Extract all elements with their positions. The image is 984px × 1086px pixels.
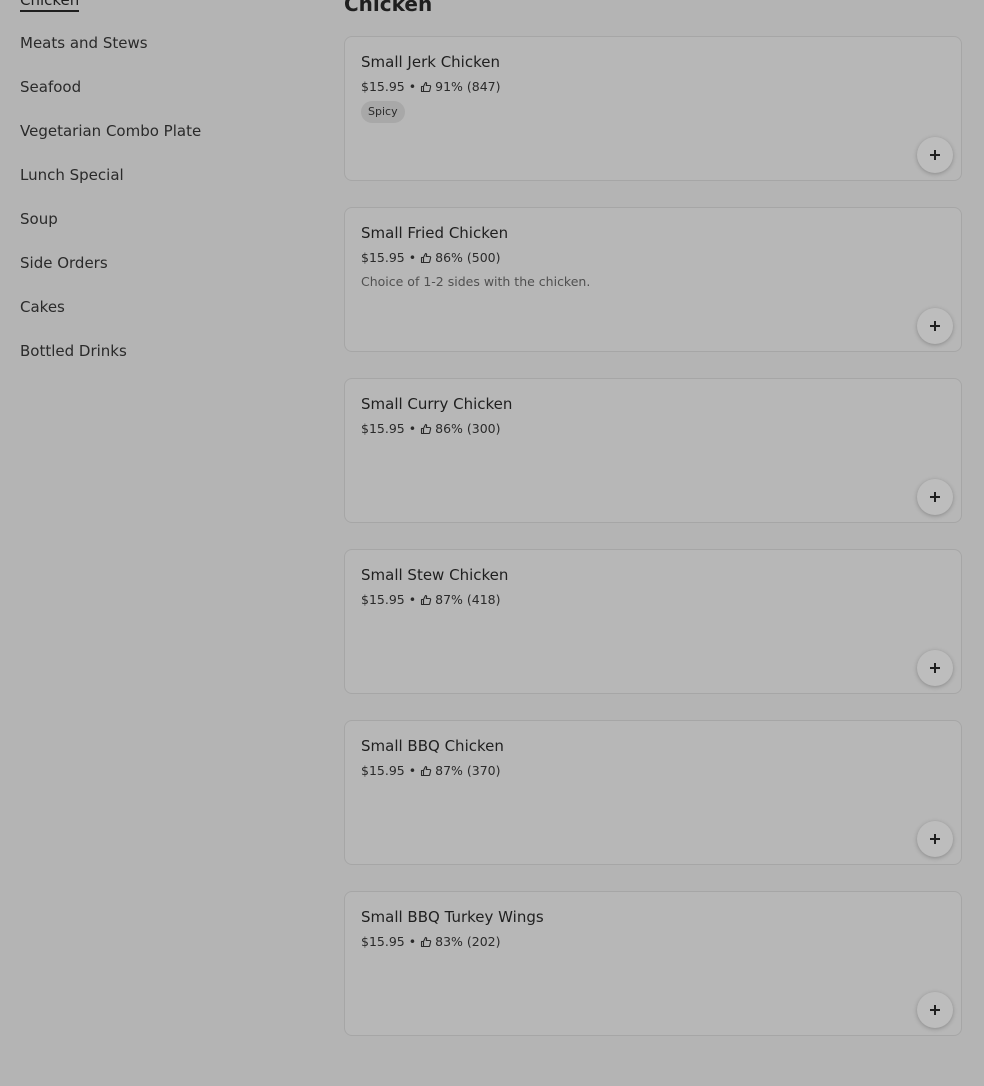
item-rating: 87% (418)	[435, 592, 501, 607]
item-price: $15.95	[361, 250, 405, 265]
item-price: $15.95	[361, 934, 405, 949]
item-price: $15.95	[361, 79, 405, 94]
meta-separator: •	[408, 79, 417, 94]
menu-item-card[interactable]: Small Curry Chicken $15.95 • 86% (300)	[344, 378, 962, 523]
section-title: Chicken	[344, 0, 433, 16]
item-price: $15.95	[361, 763, 405, 778]
add-to-cart-button[interactable]	[917, 650, 953, 686]
plus-icon	[929, 662, 941, 674]
add-to-cart-button[interactable]	[917, 137, 953, 173]
item-meta: $15.95 • 86% (300)	[361, 421, 501, 436]
item-price: $15.95	[361, 421, 405, 436]
item-meta: $15.95 • 83% (202)	[361, 934, 501, 949]
plus-icon	[929, 833, 941, 845]
item-meta: $15.95 • 87% (418)	[361, 592, 501, 607]
item-rating: 86% (300)	[435, 421, 501, 436]
category-item-soup[interactable]: Soup	[20, 209, 58, 229]
category-item-seafood[interactable]: Seafood	[20, 77, 81, 97]
item-price: $15.95	[361, 592, 405, 607]
add-to-cart-button[interactable]	[917, 992, 953, 1028]
thumbs-up-icon	[420, 594, 432, 606]
item-rating: 83% (202)	[435, 934, 501, 949]
item-name: Small Curry Chicken	[361, 395, 513, 413]
item-description: Choice of 1-2 sides with the chicken.	[361, 274, 591, 289]
add-to-cart-button[interactable]	[917, 308, 953, 344]
category-item-side-orders[interactable]: Side Orders	[20, 253, 108, 273]
plus-icon	[929, 491, 941, 503]
menu-item-card[interactable]: Small Jerk Chicken $15.95 • 91% (847) Sp…	[344, 36, 962, 181]
menu-item-card[interactable]: Small BBQ Turkey Wings $15.95 • 83% (202…	[344, 891, 962, 1036]
add-to-cart-button[interactable]	[917, 821, 953, 857]
category-item-bottled-drinks[interactable]: Bottled Drinks	[20, 341, 127, 361]
menu-item-card[interactable]: Small BBQ Chicken $15.95 • 87% (370)	[344, 720, 962, 865]
category-item-lunch-special[interactable]: Lunch Special	[20, 165, 124, 185]
item-name: Small BBQ Chicken	[361, 737, 504, 755]
category-item-vegetarian-combo-plate[interactable]: Vegetarian Combo Plate	[20, 121, 201, 141]
meta-separator: •	[408, 934, 417, 949]
item-name: Small BBQ Turkey Wings	[361, 908, 544, 926]
spicy-badge: Spicy	[361, 101, 405, 123]
thumbs-up-icon	[420, 252, 432, 264]
plus-icon	[929, 149, 941, 161]
item-name: Small Jerk Chicken	[361, 53, 500, 71]
item-meta: $15.95 • 91% (847)	[361, 79, 501, 94]
meta-separator: •	[408, 763, 417, 778]
thumbs-up-icon	[420, 936, 432, 948]
category-item-cakes[interactable]: Cakes	[20, 297, 65, 317]
category-item-meats-and-stews[interactable]: Meats and Stews	[20, 33, 148, 53]
item-rating: 91% (847)	[435, 79, 501, 94]
plus-icon	[929, 320, 941, 332]
menu-item-card[interactable]: Small Stew Chicken $15.95 • 87% (418)	[344, 549, 962, 694]
thumbs-up-icon	[420, 423, 432, 435]
thumbs-up-icon	[420, 765, 432, 777]
item-meta: $15.95 • 87% (370)	[361, 763, 501, 778]
add-to-cart-button[interactable]	[917, 479, 953, 515]
meta-separator: •	[408, 250, 417, 265]
item-name: Small Stew Chicken	[361, 566, 509, 584]
plus-icon	[929, 1004, 941, 1016]
item-rating: 86% (500)	[435, 250, 501, 265]
item-meta: $15.95 • 86% (500)	[361, 250, 501, 265]
meta-separator: •	[408, 421, 417, 436]
meta-separator: •	[408, 592, 417, 607]
menu-item-card[interactable]: Small Fried Chicken $15.95 • 86% (500) C…	[344, 207, 962, 352]
item-name: Small Fried Chicken	[361, 224, 509, 242]
thumbs-up-icon	[420, 81, 432, 93]
category-item-chicken-active[interactable]: Chicken	[20, 0, 80, 12]
item-rating: 87% (370)	[435, 763, 501, 778]
